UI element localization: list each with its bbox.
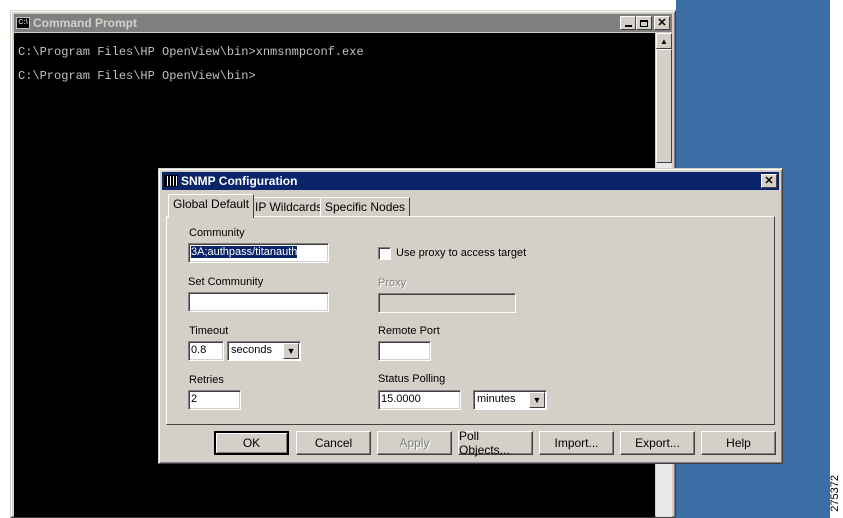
ok-button-label: OK [242,436,261,450]
help-button-label: Help [726,436,751,450]
console-line: C:\Program Files\HP OpenView\bin> [18,69,256,83]
command-prompt-titlebar[interactable]: C:\ Command Prompt ✕ [14,14,672,32]
triangle-up-icon: ▲ [660,36,668,46]
status-polling-field[interactable]: 15.0000 [378,390,461,410]
ok-button[interactable]: OK [214,431,289,455]
cmd-icon: C:\ [16,17,30,29]
close-icon: ✕ [764,174,774,187]
dropdown-button[interactable]: ▼ [283,343,299,359]
proxy-field[interactable] [378,293,516,313]
import-button-label: Import... [554,436,599,450]
scrollbar-thumb[interactable] [656,49,672,163]
scroll-up-arrow[interactable]: ▲ [656,33,672,49]
status-polling-value: 15.0000 [381,393,421,405]
poll-objects-button[interactable]: Poll Objects... [458,429,533,457]
poll-objects-button-label: Poll Objects... [459,429,510,457]
tab-label: IP Wildcards [255,200,323,214]
use-proxy-label[interactable]: Use proxy to access target [396,247,526,259]
timeout-field[interactable]: 0.8 [188,341,224,361]
community-value: 3A;authpass/titanauth [191,246,298,258]
tab-ip-wildcards[interactable]: IP Wildcards [250,197,328,217]
console-line: C:\Program Files\HP OpenView\bin>xnmsnmp… [18,45,364,59]
set-community-label: Set Community [188,276,264,288]
cancel-button-label: Cancel [314,436,353,450]
close-icon: ✕ [657,16,667,29]
help-button[interactable]: Help [701,431,776,455]
dialog-titlebar[interactable]: SNMP Configuration ✕ [162,172,779,190]
export-button-label: Export... [635,436,680,450]
apply-button[interactable]: Apply [377,431,452,455]
community-field[interactable]: 3A;authpass/titanauth [188,243,329,263]
export-button[interactable]: Export... [620,431,695,455]
cancel-button[interactable]: Cancel [296,431,371,455]
proxy-label: Proxy [378,277,407,289]
timeout-label: Timeout [189,325,229,337]
minimize-icon [624,25,632,27]
tab-label: Specific Nodes [325,200,406,214]
retries-field[interactable]: 2 [188,390,241,410]
figure-id: 275372 [829,475,841,512]
tab-label: Global Default [173,197,250,211]
apply-button-label: Apply [399,436,430,450]
dialog-title: SNMP Configuration [181,174,298,188]
command-prompt-title: Command Prompt [33,16,138,30]
dropdown-button[interactable]: ▼ [529,392,545,408]
retries-value: 2 [191,393,198,405]
timeout-unit-select[interactable]: seconds ▼ [227,341,301,361]
use-proxy-checkbox[interactable] [378,247,391,260]
timeout-unit-value: seconds [231,344,272,356]
status-polling-label: Status Polling [378,373,446,385]
status-polling-unit-value: minutes [477,393,516,405]
remote-port-label: Remote Port [378,325,440,337]
minimize-button[interactable] [620,16,636,30]
close-button[interactable]: ✕ [654,16,670,30]
maximize-icon [640,19,648,27]
community-label: Community [189,227,245,239]
maximize-button[interactable] [636,16,652,30]
remote-port-field[interactable] [378,341,431,361]
snmp-config-icon [164,175,178,187]
status-polling-unit-select[interactable]: minutes ▼ [473,390,547,410]
retries-label: Retries [189,374,224,386]
tab-global-default[interactable]: Global Default [168,194,255,218]
tab-specific-nodes[interactable]: Specific Nodes [320,197,411,217]
import-button[interactable]: Import... [539,431,614,455]
set-community-field[interactable] [188,292,329,312]
dialog-close-button[interactable]: ✕ [761,174,777,188]
timeout-value: 0.8 [191,344,207,356]
chevron-down-icon: ▼ [286,346,296,356]
chevron-down-icon: ▼ [532,395,542,405]
